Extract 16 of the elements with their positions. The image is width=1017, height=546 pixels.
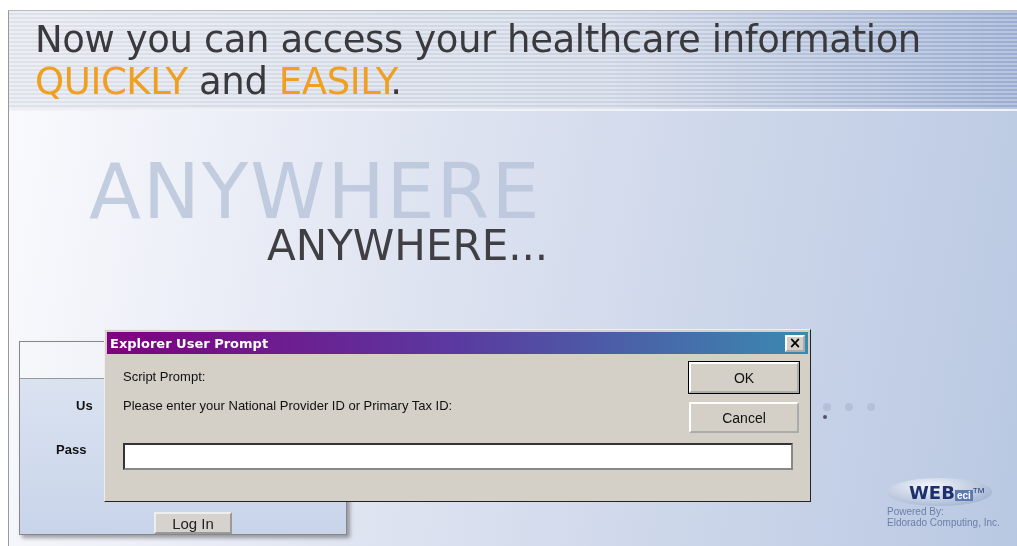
powered-by-text: Powered By: <box>887 506 944 517</box>
hero-headline: ANYWHERE... <box>267 225 549 267</box>
prompt-caption: Script Prompt: <box>123 369 207 384</box>
cancel-button[interactable]: Cancel <box>689 402 799 433</box>
login-button[interactable]: Log In <box>154 512 232 534</box>
headline-subtitle: QUICKLY and EASILY. <box>35 61 403 103</box>
company-name: Eldorado Computing, Inc. <box>887 517 1001 528</box>
input-field[interactable] <box>123 443 793 470</box>
headline: Now you can access your healthcare information <box>35 19 922 61</box>
ok-button[interactable]: OK <box>689 362 799 393</box>
username-label: Us <box>76 398 93 413</box>
prompt-message: Please enter your National Provider ID or Primary Tax ID: <box>123 398 453 413</box>
close-button[interactable]: × <box>785 334 805 352</box>
logo: WEB eci $^{TM}$ <box>887 478 993 506</box>
dialog-title: Explorer User Prompt <box>110 335 269 351</box>
password-label: Pass <box>56 442 87 457</box>
